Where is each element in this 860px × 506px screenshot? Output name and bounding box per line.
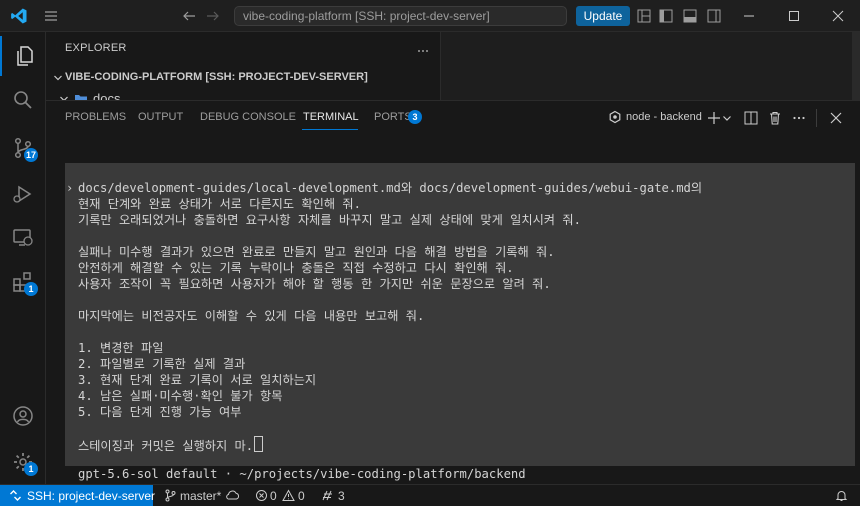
tab-ports[interactable]: PORTS [374,111,412,123]
tab-problems[interactable]: PROBLEMS [65,111,126,123]
bell-icon[interactable] [835,489,848,502]
terminal-line: 4. 남은 실패·미수행·확인 불가 항목 [78,389,283,403]
terminal-line: 사용자 조작이 꼭 필요하면 사용자가 해야 할 행동 한 가지만 쉬운 문장으… [78,277,551,291]
forward-arrow-icon[interactable] [206,9,220,23]
search-icon [14,91,32,109]
update-button[interactable]: Update [576,6,630,26]
folder-icon [75,95,87,100]
sync-cloud-icon[interactable] [226,489,240,502]
terminal-gear-icon [609,110,621,124]
ports-badge: 3 [408,110,422,124]
workspace-section-header[interactable]: VIBE-CODING-PLATFORM [SSH: PROJECT-DEV-S… [46,67,440,89]
menu-icon[interactable] [44,9,58,23]
tree-item-docs[interactable]: docs [46,89,440,100]
toggle-secondary-sidebar-icon[interactable] [706,8,722,24]
maximize-icon[interactable] [787,9,801,23]
command-center-search[interactable]: vibe-coding-platform [SSH: project-dev-s… [234,6,567,26]
ports-forwarded-icon [322,490,332,501]
toggle-primary-sidebar-icon[interactable] [658,8,674,24]
tab-debug-console[interactable]: DEBUG CONSOLE [200,111,296,123]
remote-icon [10,490,21,501]
prompt-marker: › [66,181,74,195]
activity-remote-explorer[interactable] [0,218,46,258]
close-panel-icon[interactable] [828,110,844,126]
terminal-line: 5. 다음 단계 진행 가능 여부 [78,405,242,419]
warning-count[interactable]: 0 [298,489,305,503]
remote-explorer-icon [13,229,33,246]
settings-badge: 1 [24,462,38,476]
activity-search[interactable] [0,80,46,120]
title-bar: vibe-coding-platform [SSH: project-dev-s… [0,0,860,32]
tree-item-label: docs [93,91,121,100]
editor-area [441,32,860,100]
remote-label: SSH: project-dev-server [27,489,156,503]
new-terminal-icon[interactable] [706,110,722,126]
terminal-line-text: 스테이징과 커밋은 실행하지 마. [78,439,254,453]
workspace-title: VIBE-CODING-PLATFORM [SSH: PROJECT-DEV-S… [65,71,368,83]
activity-bar: 17 1 1 [0,32,46,484]
back-arrow-icon[interactable] [182,9,196,23]
warning-icon [282,489,295,501]
trash-icon[interactable] [767,110,783,126]
toggle-panel-icon[interactable] [682,8,698,24]
run-debug-icon [13,185,32,203]
activity-extensions[interactable]: 1 [0,262,46,302]
terminal-line: 3. 현재 단계 완료 기록이 서로 일치하는지 [78,373,317,387]
activity-explorer[interactable] [0,36,46,76]
git-branch-icon [165,489,176,502]
split-terminal-icon[interactable] [743,110,759,126]
explorer-sidebar: EXPLORER VIBE-CODING-PLATFORM [SSH: PROJ… [46,32,441,100]
chevron-down-icon [60,96,68,100]
tab-output[interactable]: OUTPUT [138,111,183,123]
vscode-logo-icon [11,8,27,24]
terminal-line: 실패나 미수행 결과가 있으면 완료로 만들지 말고 원인과 다음 해결 방법을… [78,245,555,259]
ports-count[interactable]: 3 [338,489,345,503]
chevron-down-icon[interactable] [722,110,732,126]
account-icon [13,406,33,426]
active-tab-indicator [302,129,358,130]
terminal-line: 2. 파일별로 기록한 실제 결과 [78,357,246,371]
error-icon [256,490,267,501]
terminal-line: docs/development-guides/local-developmen… [78,181,703,195]
customize-layout-icon[interactable] [636,8,652,24]
remote-indicator[interactable]: SSH: project-dev-server [0,485,156,506]
more-actions-icon[interactable] [416,44,430,58]
terminal-line: 1. 변경한 파일 [78,341,164,355]
activity-source-control[interactable]: 17 [0,128,46,168]
minimize-icon[interactable] [742,9,756,23]
toolbar-divider [816,109,817,127]
terminal-line: 현재 단계와 완료 상태가 서로 다른지도 확인해 줘. [78,197,361,211]
chevron-down-icon [54,75,62,81]
terminal-line: 마지막에는 비전공자도 이해할 수 있게 다음 내용만 보고해 줘. [78,309,425,323]
tab-terminal[interactable]: TERMINAL [303,111,359,123]
close-window-icon[interactable] [831,9,845,23]
git-branch-label[interactable]: master* [180,489,221,503]
activity-manage[interactable]: 1 [0,442,46,482]
terminal-status-line: gpt-5.6-sol default · ~/projects/vibe-co… [78,467,526,481]
terminal-cursor [254,436,264,452]
activity-accounts[interactable] [0,396,46,436]
terminal-last-line: 스테이징과 커밋은 실행하지 마. [78,436,264,454]
scm-badge: 17 [24,148,39,162]
status-bar: SSH: project-dev-server master* 0 0 3 [0,484,860,506]
more-actions-icon[interactable] [791,110,807,126]
error-count[interactable]: 0 [270,489,277,503]
terminal-selector[interactable]: node - backend [626,111,702,123]
extensions-badge: 1 [24,282,38,296]
explorer-title: EXPLORER [65,42,127,54]
files-icon [17,46,33,66]
activity-run-debug[interactable] [0,174,46,214]
editor-scrollbar[interactable] [852,32,860,100]
terminal-line: 기록만 오래되었거나 충돌하면 요구사항 자체를 바꾸지 말고 실제 상태에 맞… [78,213,581,227]
terminal-line: 안전하게 해결할 수 있는 기록 누락이나 충돌은 직접 수정하고 다시 확인해… [78,261,514,275]
